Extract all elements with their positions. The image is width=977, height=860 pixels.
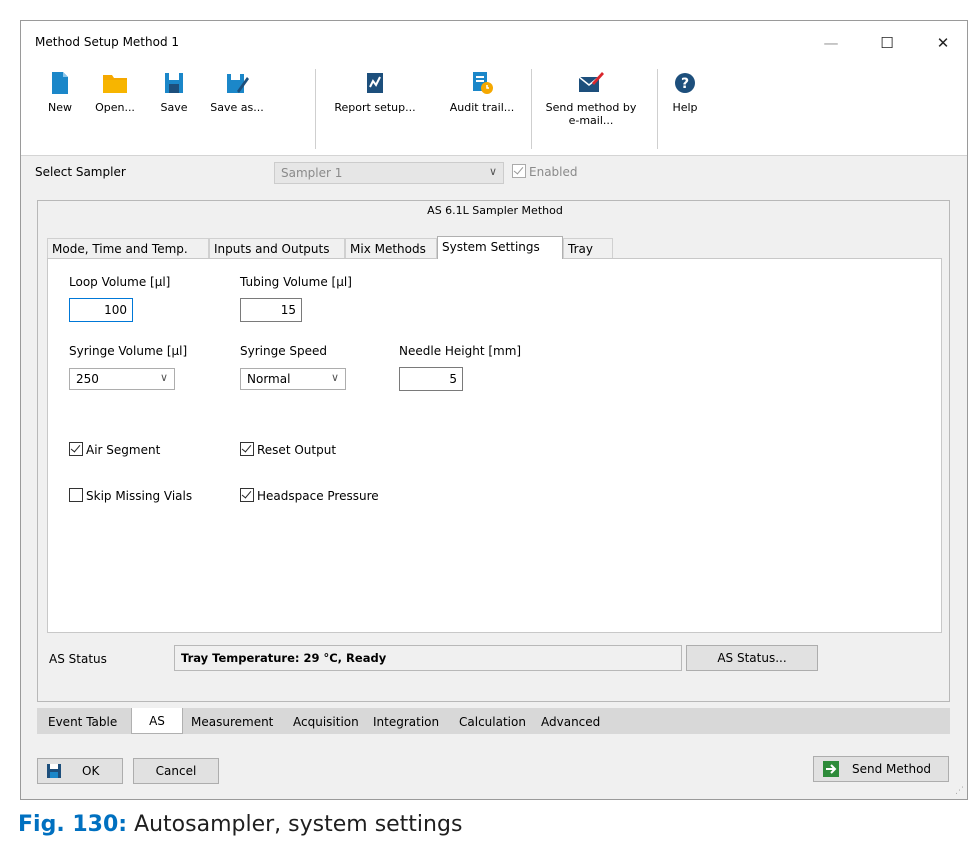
- tab-tray[interactable]: Tray: [563, 238, 613, 258]
- air-segment-checkbox[interactable]: Air Segment: [69, 442, 160, 457]
- new-button[interactable]: New: [37, 71, 83, 114]
- report-icon: [367, 73, 383, 93]
- minimize-button[interactable]: —: [811, 29, 851, 57]
- tab-mix-methods[interactable]: Mix Methods: [345, 238, 437, 258]
- folder-icon: [103, 75, 127, 93]
- toolbar: New Open... Save Save as... Report setup…: [21, 65, 967, 156]
- enabled-label: Enabled: [529, 165, 578, 179]
- as-status-label: AS Status: [49, 652, 107, 666]
- email-icon: [578, 72, 604, 92]
- toolbar-separator: [531, 69, 532, 149]
- air-segment-label: Air Segment: [86, 443, 161, 457]
- headspace-pressure-label: Headspace Pressure: [257, 489, 379, 503]
- report-setup-label: Report setup...: [334, 101, 416, 114]
- as-status-button[interactable]: AS Status...: [686, 645, 818, 671]
- help-button[interactable]: ? Help: [667, 71, 703, 114]
- save-icon: [47, 764, 61, 778]
- send-method-email-button[interactable]: Send method by e-mail...: [541, 71, 641, 127]
- chevron-down-icon: ∨: [159, 371, 168, 384]
- syringe-volume-value: 250: [76, 372, 99, 386]
- figure-label: Fig. 130:: [18, 812, 128, 837]
- group-title: AS 6.1L Sampler Method: [427, 204, 563, 217]
- checkbox-box: [240, 442, 254, 456]
- help-label: Help: [672, 101, 698, 114]
- toolbar-separator: [657, 69, 658, 149]
- save-label: Save: [160, 101, 188, 114]
- tab-calculation[interactable]: Calculation: [459, 712, 526, 732]
- tubing-volume-label: Tubing Volume [µl]: [240, 275, 352, 289]
- syringe-speed-value: Normal: [247, 372, 291, 386]
- sampler-select[interactable]: Sampler 1 ∨: [274, 162, 504, 184]
- toolbar-separator: [315, 69, 316, 149]
- resize-grip-icon[interactable]: ⋰: [955, 786, 964, 796]
- audit-trail-label: Audit trail...: [449, 101, 515, 114]
- new-file-icon: [52, 72, 68, 94]
- figure-caption: Fig. 130: Autosampler, system settings: [18, 812, 462, 837]
- syringe-volume-select[interactable]: 250 ∨: [69, 368, 175, 390]
- as-status-text: Tray Temperature: 29 °C, Ready: [174, 645, 682, 671]
- skip-missing-vials-checkbox[interactable]: Skip Missing Vials: [69, 488, 192, 503]
- needle-height-input[interactable]: 5: [399, 367, 463, 391]
- tubing-volume-input[interactable]: 15: [240, 298, 302, 322]
- send-arrow-icon: [823, 761, 839, 777]
- audit-trail-button[interactable]: Audit trail...: [441, 71, 523, 114]
- open-button[interactable]: Open...: [91, 71, 139, 114]
- send-method-email-label-2: e-mail...: [568, 114, 614, 127]
- title-bar: Method Setup Method 1 — ☐ ✕: [21, 21, 967, 65]
- headspace-pressure-checkbox[interactable]: Headspace Pressure: [240, 488, 379, 503]
- tab-mode-time-temp[interactable]: Mode, Time and Temp.: [47, 238, 209, 258]
- close-button[interactable]: ✕: [923, 29, 963, 57]
- ok-label: OK: [82, 764, 100, 778]
- loop-volume-label: Loop Volume [µl]: [69, 275, 171, 289]
- syringe-speed-select[interactable]: Normal ∨: [240, 368, 346, 390]
- reset-output-checkbox[interactable]: Reset Output: [240, 442, 336, 457]
- open-label: Open...: [95, 101, 135, 114]
- needle-height-label: Needle Height [mm]: [399, 344, 522, 358]
- tab-acquisition[interactable]: Acquisition: [293, 712, 359, 732]
- syringe-speed-label: Syringe Speed: [240, 344, 328, 358]
- tab-integration[interactable]: Integration: [373, 712, 439, 732]
- svg-text:?: ?: [681, 76, 689, 92]
- tab-inputs-outputs[interactable]: Inputs and Outputs: [209, 238, 345, 258]
- checkbox-box: [240, 488, 254, 502]
- report-setup-button[interactable]: Report setup...: [327, 71, 423, 114]
- save-icon: [165, 73, 183, 93]
- save-as-icon: [227, 74, 249, 93]
- maximize-button[interactable]: ☐: [867, 29, 907, 57]
- checkbox-box: [69, 442, 83, 456]
- chevron-down-icon: ∨: [330, 371, 339, 384]
- cancel-button[interactable]: Cancel: [133, 758, 219, 784]
- checkbox-box: [512, 164, 526, 178]
- tab-advanced[interactable]: Advanced: [541, 712, 600, 732]
- send-method-button[interactable]: Send Method: [813, 756, 949, 782]
- checkbox-box: [69, 488, 83, 502]
- help-icon: ?: [675, 73, 695, 93]
- ok-button[interactable]: OK: [37, 758, 123, 784]
- system-settings-panel: [47, 258, 942, 633]
- save-button[interactable]: Save: [154, 71, 194, 114]
- method-setup-window: Method Setup Method 1 — ☐ ✕ New Open... …: [20, 20, 968, 800]
- save-as-label: Save as...: [210, 101, 264, 114]
- audit-trail-icon: [473, 72, 493, 94]
- syringe-volume-label: Syringe Volume [µl]: [69, 344, 188, 358]
- reset-output-label: Reset Output: [257, 443, 337, 457]
- send-method-label: Send Method: [852, 762, 932, 776]
- skip-missing-vials-label: Skip Missing Vials: [86, 489, 193, 503]
- save-as-button[interactable]: Save as...: [207, 71, 267, 114]
- sampler-select-value: Sampler 1: [281, 166, 343, 180]
- tab-measurement[interactable]: Measurement: [191, 712, 273, 732]
- tab-as[interactable]: AS: [131, 708, 183, 734]
- chevron-down-icon: ∨: [488, 165, 497, 178]
- enabled-checkbox[interactable]: Enabled: [512, 164, 578, 179]
- window-title: Method Setup Method 1: [35, 35, 180, 49]
- tab-event-table[interactable]: Event Table: [48, 712, 117, 732]
- loop-volume-input[interactable]: 100: [69, 298, 133, 322]
- send-method-email-label-1: Send method by: [545, 101, 637, 114]
- tab-system-settings[interactable]: System Settings: [437, 236, 563, 259]
- new-label: New: [48, 101, 72, 114]
- figure-caption-text: Autosampler, system settings: [134, 812, 463, 837]
- select-sampler-label: Select Sampler: [35, 165, 126, 179]
